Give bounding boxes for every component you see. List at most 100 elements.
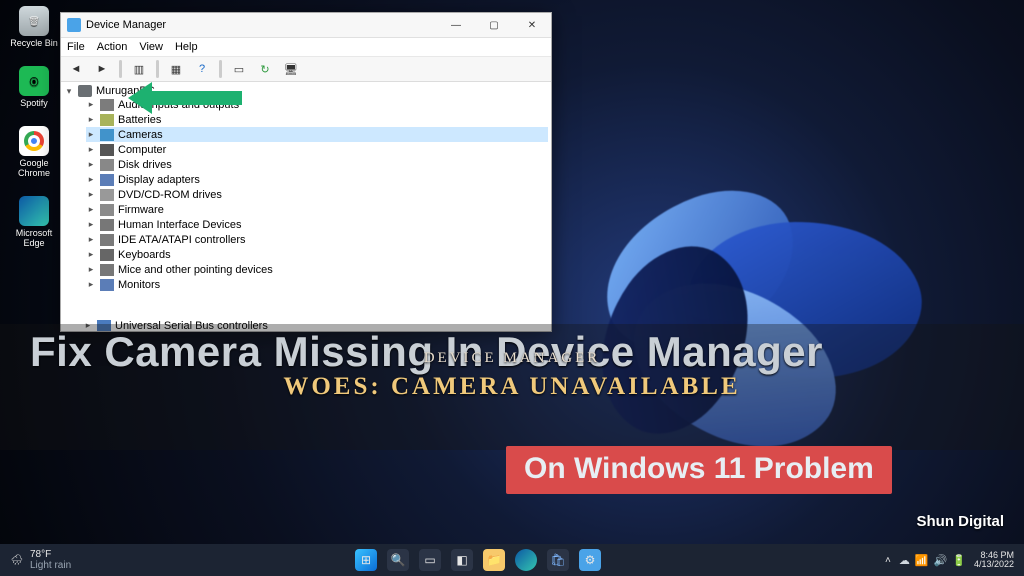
icon-label: Microsoft Edge (8, 228, 60, 248)
tree-item-mouse[interactable]: ▸ Mice and other pointing devices (86, 262, 548, 277)
expand-icon[interactable]: ▸ (86, 144, 96, 155)
recycle-bin-icon: 🗑 (19, 6, 49, 36)
network-icon[interactable]: 📶 (915, 554, 929, 567)
fw-icon (100, 204, 114, 216)
view-button[interactable]: 🖥 (280, 59, 302, 79)
tree-item-kb[interactable]: ▸ Keyboards (86, 247, 548, 262)
tree-item-disp[interactable]: ▸Display adapters (86, 172, 548, 187)
comp-icon (100, 144, 114, 156)
toolbar-separator (219, 60, 222, 78)
chrome-icon (19, 126, 49, 156)
expand-icon[interactable]: ▸ (86, 219, 96, 230)
center-caption-line-1: DEVICE MANAGER (0, 350, 1024, 367)
icon-label: Spotify (20, 98, 48, 108)
tree-item-label: Batteries (118, 114, 161, 126)
icon-label: Google Chrome (8, 158, 60, 178)
tree-item-bat[interactable]: ▸ Batteries (86, 112, 548, 127)
tree-item-label: IDE ATA/ATAPI controllers (118, 234, 246, 246)
expand-icon[interactable]: ▸ (86, 279, 96, 290)
expand-icon[interactable]: ▸ (86, 159, 96, 170)
onedrive-icon[interactable]: ☁ (899, 554, 910, 567)
expand-icon[interactable]: ▸ (86, 189, 96, 200)
expand-icon[interactable]: ▸ (86, 234, 96, 245)
file-explorer-button[interactable]: 📁 (483, 549, 505, 571)
mon-icon (100, 279, 114, 291)
expand-icon[interactable]: ▸ (86, 99, 96, 110)
device-manager-taskbar-button[interactable]: ⚙ (579, 549, 601, 571)
task-view-button[interactable]: ▭ (419, 549, 441, 571)
cam-icon (100, 129, 114, 141)
collapse-icon[interactable]: ▾ (64, 86, 74, 97)
caption-redbox: On Windows 11 Problem (506, 446, 892, 494)
tree-item-ide[interactable]: ▸ IDE ATA/ATAPI controllers (86, 232, 548, 247)
tree-item-disk[interactable]: ▸Disk drives (86, 157, 548, 172)
menu-help[interactable]: Help (175, 41, 198, 53)
computer-icon (78, 85, 92, 97)
expand-icon[interactable]: ▸ (86, 114, 96, 125)
device-tree[interactable]: ▾ MuruganPC ▸Audio inputs and outputs▸Ba… (61, 82, 551, 331)
maximize-button[interactable]: ▢ (475, 13, 513, 37)
menu-view[interactable]: View (139, 41, 163, 53)
titlebar[interactable]: Device Manager — ▢ ✕ (61, 13, 551, 38)
tree-item-fw[interactable]: ▸Firmware (86, 202, 548, 217)
expand-icon[interactable]: ▸ (86, 129, 96, 140)
toolbar-separator (119, 60, 122, 78)
search-button[interactable]: 🔍 (387, 549, 409, 571)
help-button[interactable]: ? (191, 59, 213, 79)
caption-line-2: On Windows 11 Problem (524, 452, 874, 485)
menu-file[interactable]: File (67, 41, 85, 53)
close-button[interactable]: ✕ (513, 13, 551, 37)
tree-item-label: Keyboards (118, 249, 171, 261)
clock-date: 4/13/2022 (974, 560, 1014, 569)
taskbar-right: ˄ ☁ 📶 🔊 🔋 8:46 PM 4/13/2022 (885, 551, 1024, 570)
start-button[interactable]: ⊞ (355, 549, 377, 571)
spotify-icon: ⦿ (19, 66, 49, 96)
tree-item-label: Audio inputs and outputs (118, 99, 239, 111)
weather-icon: 🌧 (10, 555, 24, 566)
expand-icon[interactable]: ▸ (86, 174, 96, 185)
nav-back-button[interactable]: ◄ (65, 59, 87, 79)
tree-item-dvd[interactable]: ▸ DVD/CD-ROM drives (86, 187, 548, 202)
taskbar-weather[interactable]: 🌧 78°F Light rain (0, 549, 71, 571)
tree-item-label: Human Interface Devices (118, 219, 242, 231)
clock[interactable]: 8:46 PM 4/13/2022 (974, 551, 1014, 570)
watermark: Shun Digital (917, 513, 1005, 530)
show-hide-tree-button[interactable]: ▥ (128, 59, 150, 79)
weather-temp: 78°F (30, 549, 71, 560)
disp-icon (100, 174, 114, 186)
tree-item-label: DVD/CD-ROM drives (118, 189, 222, 201)
volume-icon[interactable]: 🔊 (934, 554, 948, 567)
expand-icon[interactable]: ▸ (86, 249, 96, 260)
ide-icon (100, 234, 114, 246)
device-manager-window: Device Manager — ▢ ✕ File Action View He… (60, 12, 552, 332)
mouse-icon (100, 264, 114, 276)
scan-hardware-button[interactable]: ▭ (228, 59, 250, 79)
tree-item-label: Mice and other pointing devices (118, 264, 273, 276)
widgets-button[interactable]: ◧ (451, 549, 473, 571)
tree-item-label: Cameras (118, 129, 163, 141)
tree-item-hid[interactable]: ▸ Human Interface Devices (86, 217, 548, 232)
desktop-icon-edge[interactable]: Microsoft Edge (8, 196, 60, 248)
bat-icon (100, 114, 114, 126)
tray-overflow-button[interactable]: ˄ (885, 555, 891, 566)
properties-button[interactable]: ▦ (165, 59, 187, 79)
battery-icon[interactable]: 🔋 (952, 554, 966, 567)
menu-action[interactable]: Action (97, 41, 128, 53)
system-tray[interactable]: ☁ 📶 🔊 🔋 (899, 554, 966, 567)
edge-icon (19, 196, 49, 226)
tree-item-comp[interactable]: ▸Computer (86, 142, 548, 157)
tree-item-audio[interactable]: ▸ Audio inputs and outputs (86, 97, 548, 112)
expand-icon[interactable]: ▸ (86, 204, 96, 215)
refresh-button[interactable]: ↻ (254, 59, 276, 79)
minimize-button[interactable]: — (437, 13, 475, 37)
desktop-icon-spotify[interactable]: ⦿ Spotify (8, 66, 60, 108)
desktop-icon-chrome[interactable]: Google Chrome (8, 126, 60, 178)
edge-button[interactable] (515, 549, 537, 571)
desktop-icon-recycle-bin[interactable]: 🗑 Recycle Bin (8, 6, 60, 48)
nav-forward-button[interactable]: ► (91, 59, 113, 79)
tree-item-mon[interactable]: ▸Monitors (86, 277, 548, 292)
dvd-icon (100, 189, 114, 201)
store-button[interactable]: 🛍 (547, 549, 569, 571)
expand-icon[interactable]: ▸ (86, 264, 96, 275)
tree-item-cam[interactable]: ▸ Cameras (86, 127, 548, 142)
